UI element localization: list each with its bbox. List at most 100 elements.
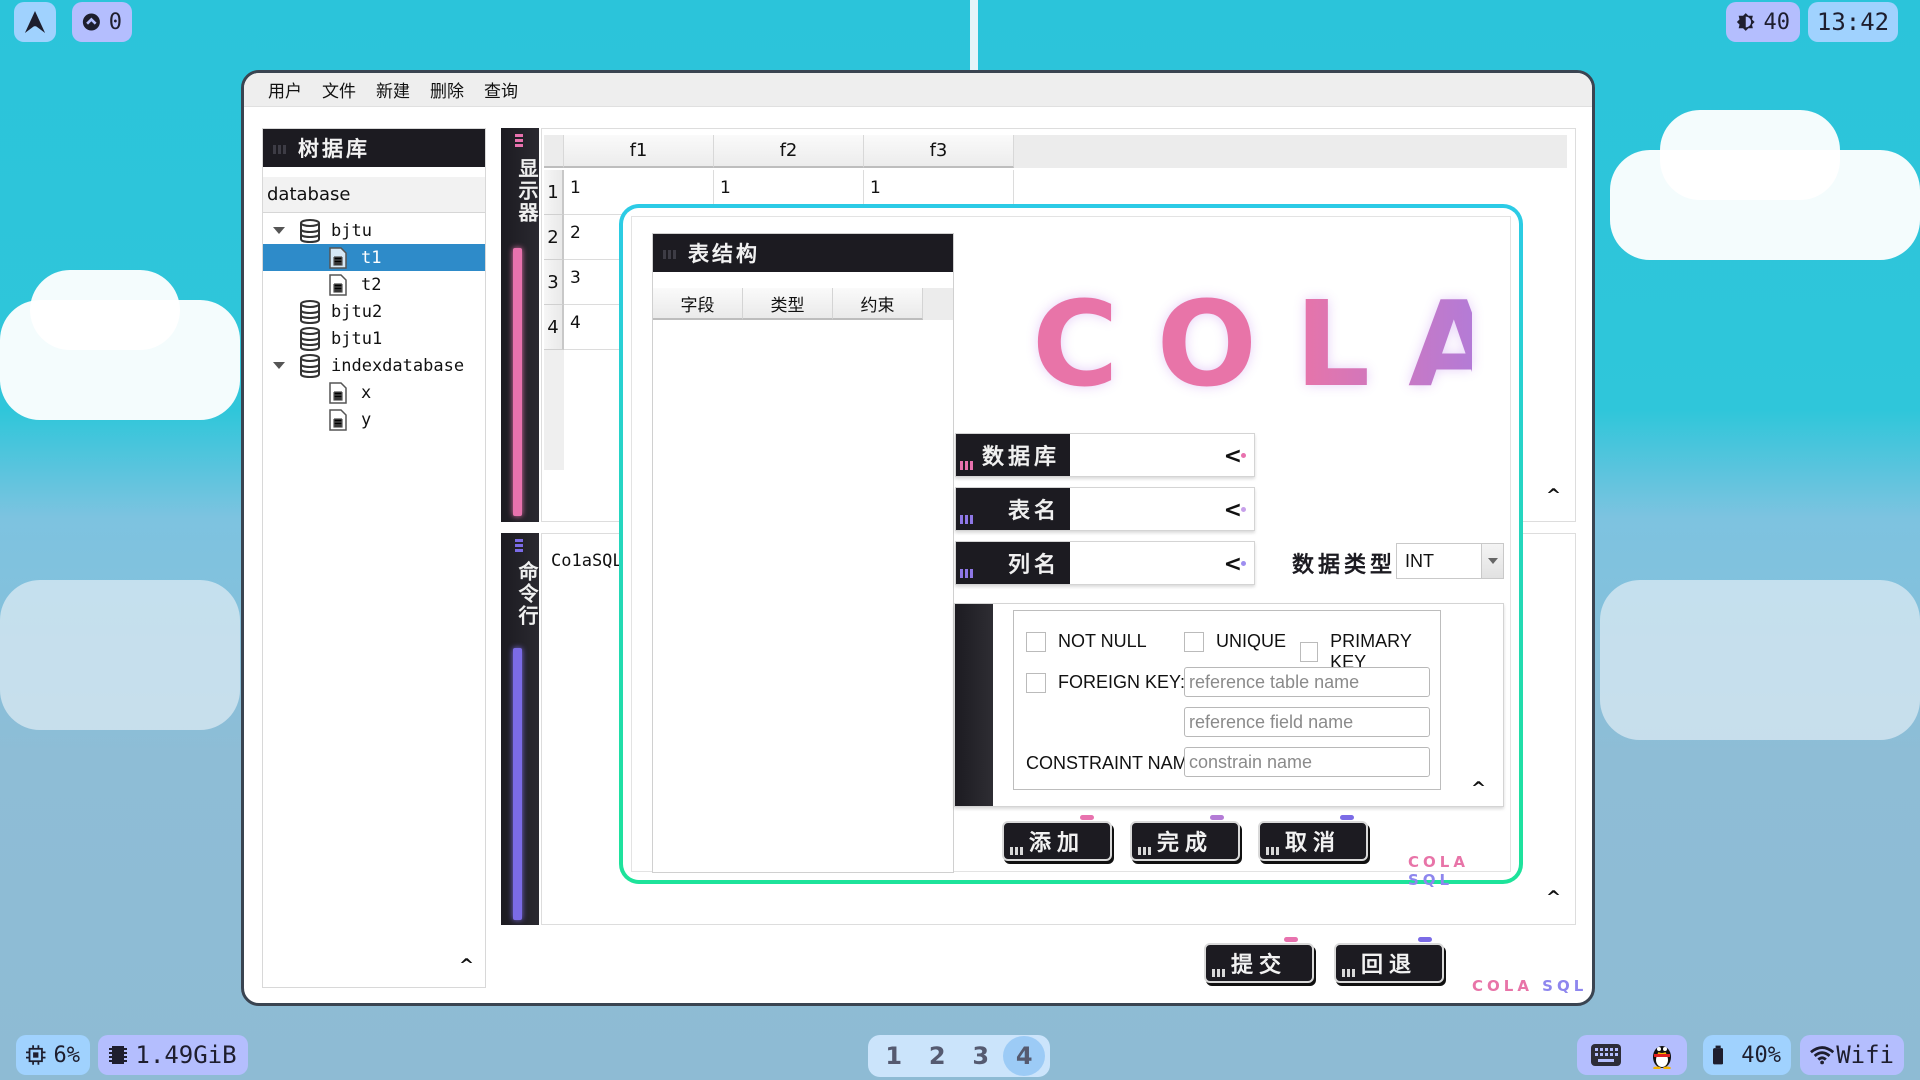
cpu-widget[interactable]: 6% xyxy=(16,1035,90,1075)
column-header-type[interactable]: 类型 xyxy=(743,288,833,320)
drag-grip-icon xyxy=(1010,843,1023,855)
foreign-key-checkbox[interactable] xyxy=(1026,672,1046,693)
done-button[interactable]: 完成 xyxy=(1130,815,1240,861)
tree-item-t2[interactable]: t2 xyxy=(263,271,485,298)
wifi-widget[interactable]: Wifi xyxy=(1800,1035,1904,1075)
menu-bar: 用户 文件 新建 删除 查询 xyxy=(244,73,1592,107)
button-accent-tab xyxy=(1418,937,1432,942)
brand-sql: SQL xyxy=(1408,871,1454,889)
memory-widget[interactable]: 1.49GiB xyxy=(98,1035,248,1075)
constraint-collapse-caret-icon[interactable]: ^ xyxy=(1471,778,1486,799)
display-panel-rail[interactable]: 显示器 xyxy=(501,128,539,522)
row-header[interactable]: 3 xyxy=(544,260,564,305)
dropdown-arrow-icon[interactable] xyxy=(1481,544,1503,578)
menu-delete[interactable]: 删除 xyxy=(420,77,474,102)
accent-dot xyxy=(1241,507,1246,512)
chevron-left-icon[interactable]: < xyxy=(1224,552,1242,577)
launcher-button[interactable] xyxy=(14,2,56,42)
add-button[interactable]: 添加 xyxy=(1002,815,1112,861)
data-type-select[interactable]: INT xyxy=(1396,543,1504,579)
updates-arrow-icon xyxy=(82,13,100,31)
structure-panel-title[interactable]: 表结构 xyxy=(653,234,953,272)
tree-item-t1[interactable]: t1 xyxy=(263,244,485,271)
menu-query[interactable]: 查询 xyxy=(474,77,528,102)
expand-arrow-icon[interactable] xyxy=(273,227,285,234)
tree-item-bjtu[interactable]: bjtu xyxy=(263,217,485,244)
brightness-widget[interactable]: 40 xyxy=(1726,2,1800,42)
command-panel-rail[interactable]: 命令行 xyxy=(501,533,539,925)
not-null-option[interactable]: NOT NULL xyxy=(1026,631,1147,652)
unique-option[interactable]: UNIQUE xyxy=(1184,631,1286,652)
keyboard-icon[interactable] xyxy=(1591,1044,1621,1066)
battery-widget[interactable]: 40% xyxy=(1703,1035,1791,1075)
system-tray xyxy=(1577,1035,1687,1075)
wifi-label: Wifi xyxy=(1836,1041,1894,1069)
row-header[interactable]: 4 xyxy=(544,305,564,350)
updates-count: 0 xyxy=(108,9,122,35)
workspace-switcher: 1 2 3 4 xyxy=(868,1035,1050,1077)
updates-widget[interactable]: 0 xyxy=(72,2,132,42)
table-icon xyxy=(329,382,347,404)
display-collapse-caret-icon[interactable]: ^ xyxy=(1546,485,1561,506)
tree-item-bjtu2[interactable]: bjtu2 xyxy=(263,298,485,325)
background-cloud xyxy=(1660,110,1840,200)
drag-grip-icon xyxy=(273,142,286,154)
background-cloud xyxy=(1600,580,1920,740)
cancel-button[interactable]: 取消 xyxy=(1258,815,1368,861)
workspace-1[interactable]: 1 xyxy=(873,1036,915,1076)
chevron-left-icon[interactable]: < xyxy=(1224,498,1242,523)
qq-penguin-icon[interactable] xyxy=(1651,1041,1673,1069)
foreign-key-option[interactable]: FOREIGN KEY: xyxy=(1026,672,1185,693)
memory-value: 1.49GiB xyxy=(135,1041,237,1069)
workspace-3[interactable]: 3 xyxy=(960,1036,1002,1076)
column-header-constraint[interactable]: 约束 xyxy=(833,288,923,320)
brightness-icon xyxy=(1736,13,1755,31)
workspace-2[interactable]: 2 xyxy=(916,1036,958,1076)
workspace-4[interactable]: 4 xyxy=(1003,1036,1046,1076)
collapse-caret-icon[interactable]: ^ xyxy=(459,955,474,976)
clock[interactable]: 13:42 xyxy=(1808,2,1898,42)
tree-item-x[interactable]: x xyxy=(263,379,485,406)
menu-new[interactable]: 新建 xyxy=(366,77,420,102)
column-header-field[interactable]: 字段 xyxy=(653,288,743,320)
tree-panel: 树据库 database bjtu t1 t2 bjtu2 bjtu1 inde… xyxy=(262,128,486,988)
command-text[interactable]: Co1aSQL xyxy=(551,551,623,571)
column-header-f3[interactable]: f3 xyxy=(864,135,1014,168)
drag-grip-icon xyxy=(515,539,523,552)
submit-button[interactable]: 提交 xyxy=(1204,937,1314,983)
reference-table-input[interactable] xyxy=(1184,667,1430,697)
button-accent-tab xyxy=(1340,815,1354,820)
not-null-checkbox[interactable] xyxy=(1026,631,1046,652)
header-filler xyxy=(923,288,953,320)
table-name-combo[interactable]: 表名 < xyxy=(955,487,1255,531)
tree-column-header[interactable]: database xyxy=(263,177,485,213)
constraint-name-label: CONSTRAINT NAM xyxy=(1026,753,1188,773)
reference-field-input[interactable] xyxy=(1184,707,1430,737)
tree-item-label: bjtu xyxy=(331,220,372,241)
tree-item-label: x xyxy=(361,382,372,403)
tree-item-indexdatabase[interactable]: indexdatabase xyxy=(263,352,485,379)
menu-user[interactable]: 用户 xyxy=(258,77,312,102)
tree-panel-title-text: 树据库 xyxy=(298,137,370,161)
row-header[interactable]: 2 xyxy=(544,215,564,260)
primary-key-checkbox[interactable] xyxy=(1300,642,1319,662)
row-header[interactable]: 1 xyxy=(544,170,564,215)
tree-item-y[interactable]: y xyxy=(263,406,485,433)
menu-file[interactable]: 文件 xyxy=(312,77,366,102)
structure-panel-title-text: 表结构 xyxy=(688,242,760,266)
chevron-left-icon[interactable]: < xyxy=(1224,444,1242,469)
accent-dot xyxy=(1241,561,1246,566)
rollback-button[interactable]: 回退 xyxy=(1334,937,1444,983)
expand-arrow-icon[interactable] xyxy=(273,362,285,369)
tree-item-bjtu1[interactable]: bjtu1 xyxy=(263,325,485,352)
wifi-icon xyxy=(1810,1046,1835,1065)
battery-value: 40% xyxy=(1741,1042,1781,1068)
constraint-name-input[interactable] xyxy=(1184,747,1430,777)
database-combo[interactable]: 数据库 < xyxy=(955,433,1255,477)
column-header-f2[interactable]: f2 xyxy=(714,135,864,168)
column-name-combo[interactable]: 列名 < xyxy=(955,541,1255,585)
tree-panel-title[interactable]: 树据库 xyxy=(263,129,485,167)
command-collapse-caret-icon[interactable]: ^ xyxy=(1546,887,1561,908)
unique-checkbox[interactable] xyxy=(1184,631,1204,652)
column-header-f1[interactable]: f1 xyxy=(564,135,714,168)
